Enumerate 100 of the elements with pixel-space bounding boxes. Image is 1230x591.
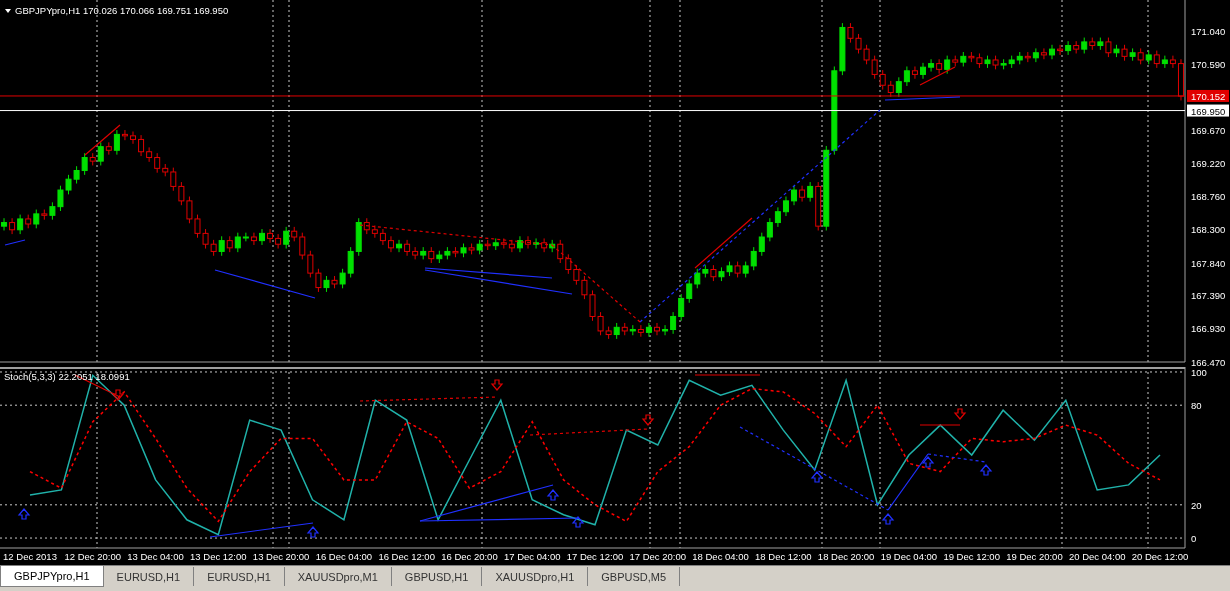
candlestick — [645, 322, 652, 338]
trend-line — [4, 239, 26, 246]
candlestick — [17, 214, 24, 235]
price-label: 169.670 — [1191, 125, 1226, 137]
ref-line-label: 170.152 — [1191, 90, 1226, 102]
time-label: 16 Dec 04:00 — [315, 551, 373, 562]
price-marker: 169.950 — [1187, 104, 1229, 117]
candlestick — [936, 58, 943, 75]
candlestick — [1040, 47, 1047, 60]
time-label: 13 Dec 04:00 — [127, 551, 184, 562]
time-label: 18 Dec 20:00 — [817, 551, 875, 562]
candlestick — [404, 239, 411, 257]
trend-line — [694, 374, 761, 376]
candlestick — [686, 279, 693, 304]
candlestick — [1169, 55, 1176, 69]
candlestick — [694, 268, 701, 289]
chart-tab[interactable]: GBPJPYpro,H1 — [0, 566, 104, 587]
candlestick — [750, 246, 757, 271]
time-label: 17 Dec 12:00 — [566, 551, 624, 562]
candlestick — [250, 232, 257, 246]
up-arrow-icon — [306, 526, 320, 538]
candlestick — [928, 58, 935, 73]
price-label: 168.300 — [1191, 224, 1226, 236]
candlestick — [258, 228, 265, 246]
indicator-label: Stoch(5,3,3) 22.2051 18.0991 — [4, 371, 130, 382]
candlestick — [1105, 37, 1112, 58]
candlestick — [9, 217, 16, 235]
dropdown-triangle-icon[interactable] — [5, 9, 11, 13]
down-arrow-icon — [490, 379, 504, 391]
candlestick — [911, 65, 918, 80]
candlestick — [387, 235, 394, 253]
candlestick — [138, 134, 145, 157]
candlestick — [895, 76, 902, 98]
candlestick — [774, 206, 781, 228]
candlestick — [170, 167, 177, 192]
down-arrow-icon — [111, 389, 125, 401]
candlestick — [565, 253, 572, 275]
candlestick — [791, 185, 798, 206]
candlestick — [1065, 40, 1072, 56]
candlestick — [299, 232, 306, 260]
candlestick — [766, 217, 773, 242]
time-label: 13 Dec 12:00 — [190, 551, 247, 562]
time-label: 16 Dec 20:00 — [441, 551, 498, 562]
candlestick — [557, 239, 564, 264]
time-label: 12 Dec 2013 — [3, 551, 57, 562]
candlestick — [879, 69, 886, 91]
up-arrow-icon — [979, 464, 993, 476]
time-label: 19 Dec 04:00 — [880, 551, 938, 562]
candlestick — [113, 129, 120, 156]
candlestick — [525, 235, 532, 250]
candlestick — [807, 181, 814, 203]
time-label: 20 Dec 04:00 — [1068, 551, 1126, 562]
candlestick — [379, 228, 386, 246]
candlestick — [1032, 47, 1039, 63]
up-arrow-icon — [921, 456, 935, 468]
candlestick — [130, 131, 137, 145]
up-arrow-icon — [810, 471, 824, 483]
axis-label: 0 — [1191, 533, 1197, 545]
candlestick — [267, 228, 274, 244]
candlestick — [347, 246, 354, 278]
candlestick — [234, 232, 241, 253]
candlestick — [1, 217, 8, 231]
ref-line-label: 169.950 — [1191, 105, 1226, 117]
price-marker: 170.152 — [1187, 89, 1229, 102]
trend-line — [919, 424, 961, 426]
time-label: 12 Dec 20:00 — [64, 551, 122, 562]
axis-label: 20 — [1191, 499, 1202, 511]
time-label: 17 Dec 20:00 — [629, 551, 687, 562]
price-label: 168.760 — [1191, 191, 1226, 203]
chart-header: GBPJPYpro,H1 170.026 170.066 169.751 169.950 — [15, 5, 229, 16]
candlestick — [1057, 44, 1064, 56]
up-arrow-icon — [881, 513, 895, 525]
candlestick — [154, 152, 161, 174]
candlestick — [516, 235, 523, 253]
axis-label: 80 — [1191, 400, 1202, 412]
price-label: 171.040 — [1191, 26, 1226, 38]
candlestick — [944, 55, 951, 75]
candlestick — [653, 322, 660, 336]
candlestick — [637, 324, 644, 338]
axis-label: 100 — [1191, 367, 1207, 378]
time-label: 20 Dec 12:00 — [1131, 551, 1189, 562]
candlestick — [146, 146, 153, 163]
price-label: 169.220 — [1191, 157, 1226, 169]
candlestick — [33, 209, 40, 229]
candlestick — [678, 293, 685, 322]
down-arrow-icon — [641, 414, 655, 426]
up-arrow-icon — [17, 508, 31, 520]
price-label: 167.390 — [1191, 290, 1226, 301]
time-label: 19 Dec 12:00 — [943, 551, 1000, 562]
time-label: 19 Dec 20:00 — [1006, 551, 1063, 562]
candlestick — [670, 311, 677, 335]
price-label: 167.840 — [1191, 257, 1226, 269]
down-arrow-icon — [953, 408, 967, 420]
candlestick — [218, 235, 225, 257]
candlestick — [758, 232, 765, 257]
up-arrow-icon — [571, 516, 585, 528]
up-arrow-icon — [546, 489, 560, 501]
trend-line — [84, 124, 121, 156]
price-label: 166.930 — [1191, 323, 1226, 335]
time-label: 17 Dec 04:00 — [503, 551, 561, 562]
